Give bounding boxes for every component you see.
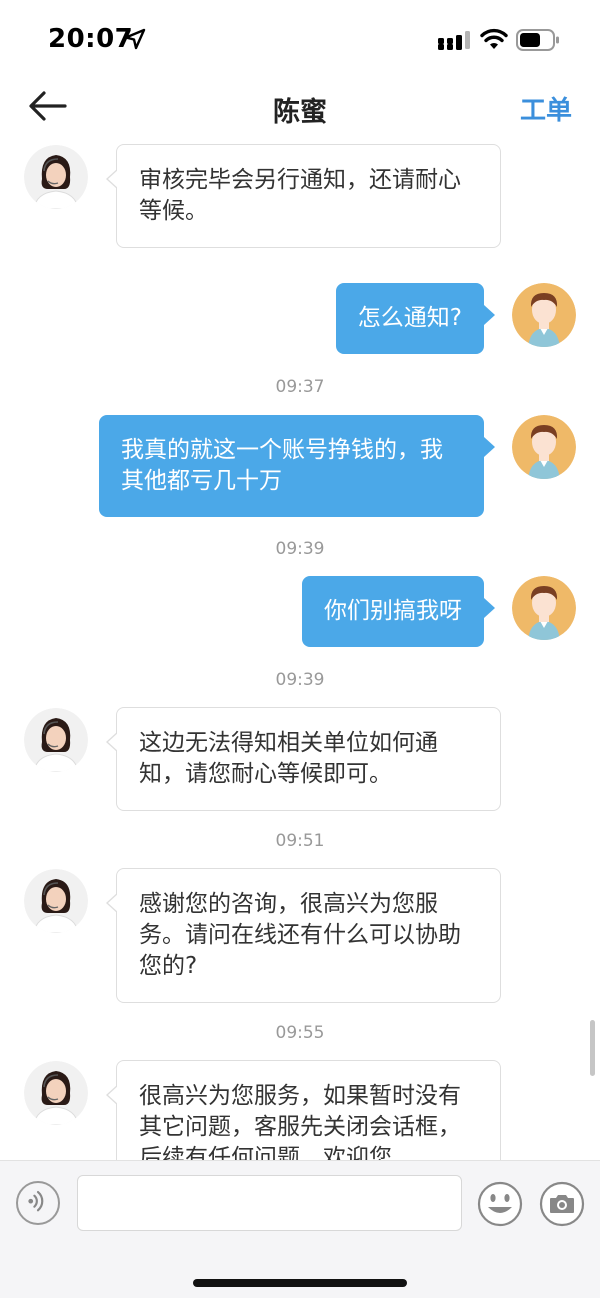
ticket-button[interactable]: 工单 [520,90,572,127]
chat-area[interactable]: 审核完毕会另行通知，还请耐心等候。 怎么通知? 09:37 我真的就这一个账号挣… [0,140,600,1160]
agent-avatar [24,1061,88,1125]
message-timestamp: 09:39 [275,539,325,559]
user-message: 怎么通知? [335,283,496,354]
user-avatar-icon [512,576,576,640]
agent-message: 审核完毕会另行通知，还请耐心等候。 [106,144,501,248]
agent-avatar-icon [24,145,88,209]
user-avatar-icon [512,283,576,347]
agent-avatar [24,145,88,209]
battery-icon [516,29,559,51]
status-time: 20:07 [48,24,134,54]
location-arrow-icon [124,28,146,50]
agent-avatar-icon [24,869,88,933]
agent-message: 感谢您的咨询，很高兴为您服务。请问在线还有什么可以协助您的? [106,868,501,1003]
input-bar [0,1160,600,1298]
emoji-icon[interactable] [477,1181,523,1227]
user-avatar [512,576,576,640]
user-avatar [512,283,576,347]
home-indicator [193,1279,407,1287]
voice-icon [28,1191,44,1212]
message-timestamp: 09:51 [275,831,325,851]
message-timestamp: 09:37 [275,377,325,397]
cellular-signal-icon [438,31,470,50]
voice-button[interactable] [16,1181,60,1225]
status-bar: 20:07 [0,0,600,80]
chat-scrollbar[interactable] [590,1020,595,1076]
agent-avatar-icon [24,1061,88,1125]
user-message: 你们别搞我呀 [302,576,495,647]
agent-avatar-icon [24,708,88,772]
user-avatar-icon [512,415,576,479]
message-input[interactable] [77,1175,462,1231]
message-timestamp: 09:39 [275,670,325,690]
user-message: 我真的就这一个账号挣钱的，我其他都亏几十万 [99,415,495,517]
wifi-icon [480,28,508,49]
nav-bar: 陈蜜 工单 [0,80,600,140]
message-timestamp: 09:55 [275,1023,325,1043]
agent-avatar [24,708,88,772]
page-title: 陈蜜 [273,97,327,128]
user-avatar [512,415,576,479]
agent-message: 这边无法得知相关单位如何通知，请您耐心等候即可。 [106,707,501,811]
camera-icon[interactable] [539,1181,585,1227]
agent-message: 很高兴为您服务，如果暂时没有其它问题，客服先关闭会话框，后续有任何问题，欢迎您 [106,1060,501,1160]
agent-avatar [24,869,88,933]
